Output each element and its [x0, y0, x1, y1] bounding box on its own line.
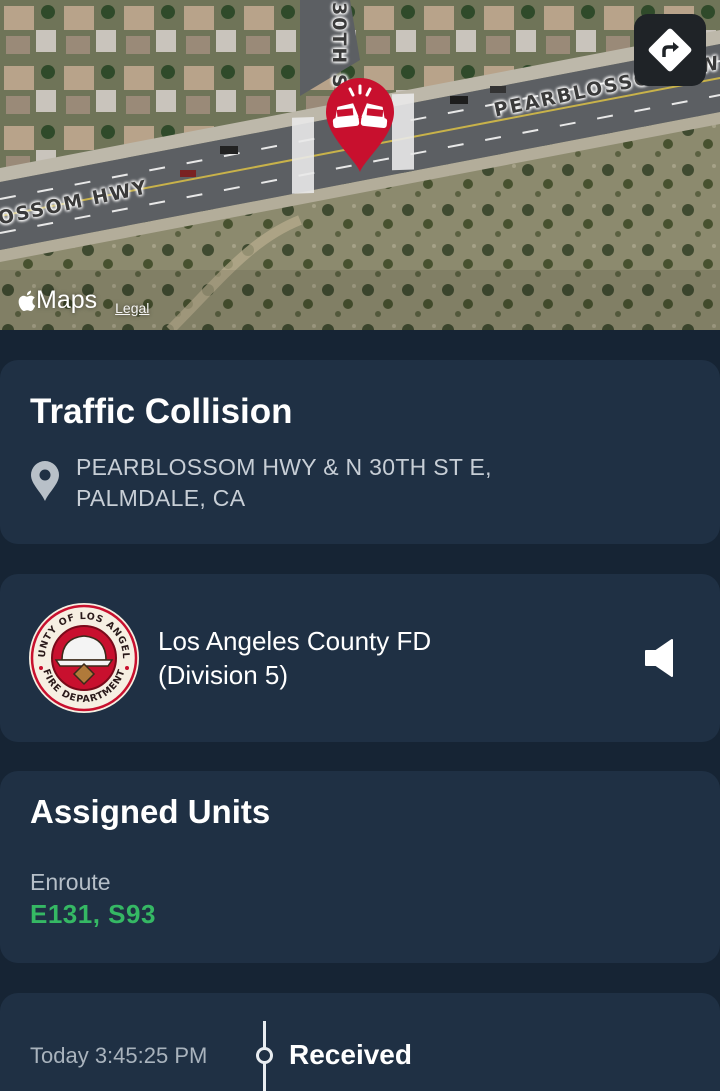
directions-button[interactable]	[634, 14, 706, 86]
apple-maps-attribution: Maps Legal	[16, 286, 149, 316]
assigned-units-card: Assigned Units Enroute E131, S93	[0, 771, 720, 963]
timeline-dot-icon	[256, 1047, 273, 1064]
car-collision-icon[interactable]	[320, 74, 400, 174]
agency-name-line-2: (Division 5)	[158, 660, 289, 690]
timeline-event: Received	[289, 1039, 412, 1070]
agency-card[interactable]: COUNTY OF LOS ANGELES FIRE DEPARTMENT Lo…	[0, 574, 720, 742]
assigned-units-title: Assigned Units	[30, 793, 271, 830]
address-line-2: PALMDALE, CA	[76, 485, 246, 511]
apple-logo-icon	[18, 290, 36, 311]
directions-icon	[648, 28, 692, 72]
speaker-icon[interactable]	[644, 638, 674, 678]
lacofd-seal-logo: COUNTY OF LOS ANGELES FIRE DEPARTMENT	[28, 602, 139, 713]
incident-title: Traffic Collision	[30, 392, 293, 431]
timeline-timestamp: Today 3:45:25 PM	[30, 1043, 208, 1068]
legal-link[interactable]: Legal	[115, 300, 149, 316]
agency-name: Los Angeles County FD (Division 5)	[158, 624, 578, 692]
incident-address[interactable]: PEARBLOSSOM HWY & N 30TH ST E, PALMDALE,…	[76, 452, 596, 514]
incident-card: Traffic Collision PEARBLOSSOM HWY & N 30…	[0, 360, 720, 544]
agency-name-line-1: Los Angeles County FD	[158, 626, 432, 656]
timeline-card: Today 3:45:25 PM Received	[0, 993, 720, 1091]
unit-list[interactable]: E131, S93	[30, 899, 156, 930]
address-line-1: PEARBLOSSOM HWY & N 30TH ST E,	[76, 454, 492, 480]
maps-brand-text: Maps	[36, 286, 98, 314]
unit-status-label: Enroute	[30, 869, 111, 895]
maps-brand: Maps	[16, 286, 97, 315]
incident-map[interactable]: OSSOM HWY PEARBLOSSOM HW 30TH S Maps Leg…	[0, 0, 720, 330]
location-pin-icon	[31, 461, 59, 501]
